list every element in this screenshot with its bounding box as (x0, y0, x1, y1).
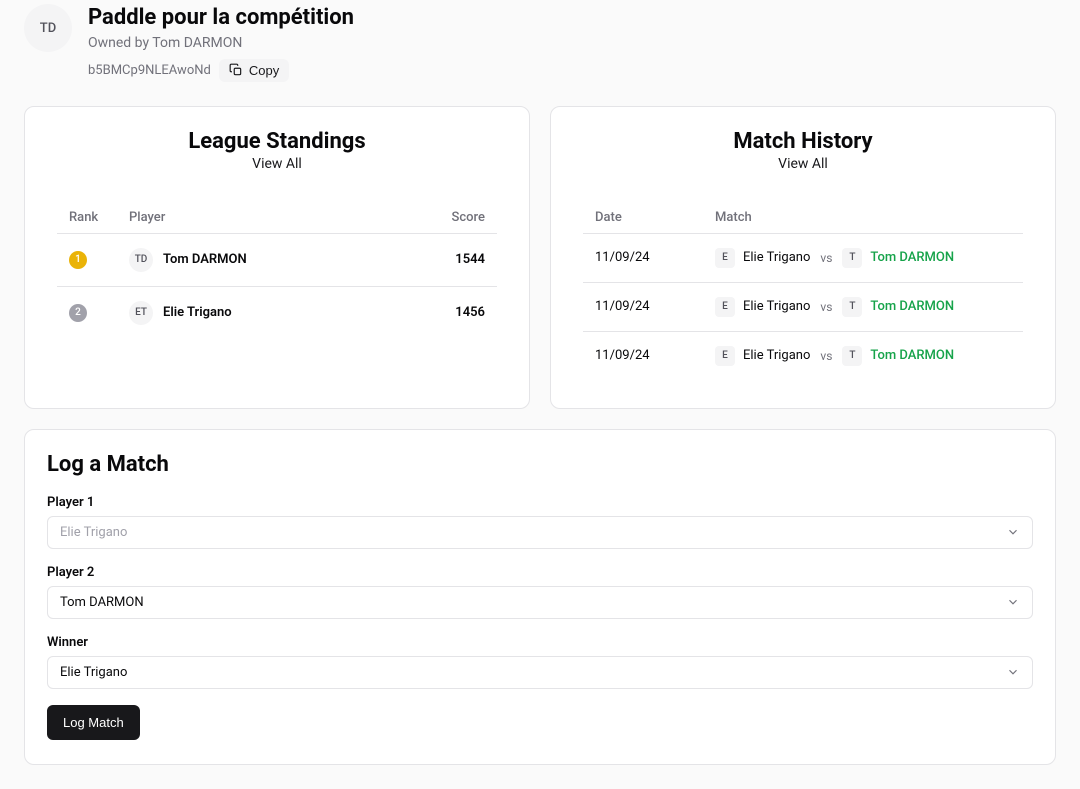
player2-value: Tom DARMON (60, 595, 144, 610)
chevron-down-icon (1006, 525, 1020, 539)
vs-label: vs (820, 349, 832, 363)
player2-label: Player 2 (47, 565, 1033, 580)
page-header: TD Paddle pour la compétition Owned by T… (24, 0, 1056, 98)
copy-icon (229, 63, 243, 77)
standings-header-row: Rank Player Score (57, 202, 497, 233)
player2-select[interactable]: Tom DARMON (47, 586, 1033, 619)
rank-cell: 1 (69, 251, 129, 269)
col-player-header: Player (129, 210, 425, 225)
col-rank-header: Rank (69, 210, 129, 225)
owner-avatar: TD (24, 4, 72, 52)
history-card: Match History View All Date Match 11/09/… (550, 106, 1056, 409)
winner-value: Elie Trigano (60, 665, 127, 680)
match-cell: E Elie Trigano vs T Tom DARMON (715, 248, 1011, 268)
player1-avatar: E (715, 248, 735, 268)
rank-badge: 2 (69, 304, 87, 322)
log-match-button[interactable]: Log Match (47, 705, 140, 740)
player1-select[interactable]: Elie Trigano (47, 516, 1033, 549)
chevron-down-icon (1006, 665, 1020, 679)
rank-badge: 1 (69, 251, 87, 269)
winner-select[interactable]: Elie Trigano (47, 656, 1033, 689)
score-cell: 1456 (425, 305, 485, 320)
player2-avatar: T (842, 248, 862, 268)
player-name: Elie Trigano (163, 305, 232, 320)
player1-name: Elie Trigano (743, 299, 810, 314)
standings-title: League Standings (57, 129, 497, 154)
winner-label: Winner (47, 635, 1033, 650)
player-cell: TD Tom DARMON (129, 248, 425, 272)
copy-label: Copy (249, 63, 279, 78)
player1-avatar: E (715, 297, 735, 317)
table-row: 2 ET Elie Trigano 1456 (57, 286, 497, 339)
header-info: Paddle pour la compétition Owned by Tom … (88, 4, 354, 82)
player1-label: Player 1 (47, 495, 1033, 510)
player-avatar: ET (129, 301, 153, 325)
standings-table: Rank Player Score 1 TD Tom DARMON 1544 2 (57, 202, 497, 339)
col-match-header: Match (715, 210, 1011, 225)
page-title: Paddle pour la compétition (88, 4, 354, 33)
col-score-header: Score (425, 210, 485, 225)
player2-name: Tom DARMON (870, 250, 954, 265)
player2-avatar: T (842, 297, 862, 317)
match-cell: E Elie Trigano vs T Tom DARMON (715, 346, 1011, 366)
player1-avatar: E (715, 346, 735, 366)
player2-name: Tom DARMON (870, 348, 954, 363)
player-avatar: TD (129, 248, 153, 272)
cards-row: League Standings View All Rank Player Sc… (24, 106, 1056, 409)
date-cell: 11/09/24 (595, 250, 715, 265)
chevron-down-icon (1006, 595, 1020, 609)
log-match-title: Log a Match (47, 452, 1033, 477)
history-header-row: Date Match (583, 202, 1023, 233)
league-id-row: b5BMCp9NLEAwoNd Copy (88, 59, 354, 82)
player2-avatar: T (842, 346, 862, 366)
standings-view-all[interactable]: View All (57, 156, 497, 172)
player2-group: Player 2 Tom DARMON (47, 565, 1033, 619)
player1-value: Elie Trigano (60, 525, 127, 540)
winner-group: Winner Elie Trigano (47, 635, 1033, 689)
col-date-header: Date (595, 210, 715, 225)
player-name: Tom DARMON (163, 252, 247, 267)
table-row: 1 TD Tom DARMON 1544 (57, 233, 497, 286)
score-cell: 1544 (425, 252, 485, 267)
history-table: Date Match 11/09/24 E Elie Trigano vs T … (583, 202, 1023, 380)
table-row: 11/09/24 E Elie Trigano vs T Tom DARMON (583, 282, 1023, 331)
player1-name: Elie Trigano (743, 250, 810, 265)
date-cell: 11/09/24 (595, 299, 715, 314)
rank-cell: 2 (69, 304, 129, 322)
vs-label: vs (820, 251, 832, 265)
table-row: 11/09/24 E Elie Trigano vs T Tom DARMON (583, 331, 1023, 380)
standings-card: League Standings View All Rank Player Sc… (24, 106, 530, 409)
player2-name: Tom DARMON (870, 299, 954, 314)
history-title: Match History (583, 129, 1023, 154)
vs-label: vs (820, 300, 832, 314)
player1-group: Player 1 Elie Trigano (47, 495, 1033, 549)
history-view-all[interactable]: View All (583, 156, 1023, 172)
match-cell: E Elie Trigano vs T Tom DARMON (715, 297, 1011, 317)
log-match-card: Log a Match Player 1 Elie Trigano Player… (24, 429, 1056, 765)
owned-by-text: Owned by Tom DARMON (88, 35, 354, 51)
table-row: 11/09/24 E Elie Trigano vs T Tom DARMON (583, 233, 1023, 282)
league-id: b5BMCp9NLEAwoNd (88, 63, 211, 78)
player1-name: Elie Trigano (743, 348, 810, 363)
player-cell: ET Elie Trigano (129, 301, 425, 325)
copy-button[interactable]: Copy (219, 59, 289, 82)
date-cell: 11/09/24 (595, 348, 715, 363)
